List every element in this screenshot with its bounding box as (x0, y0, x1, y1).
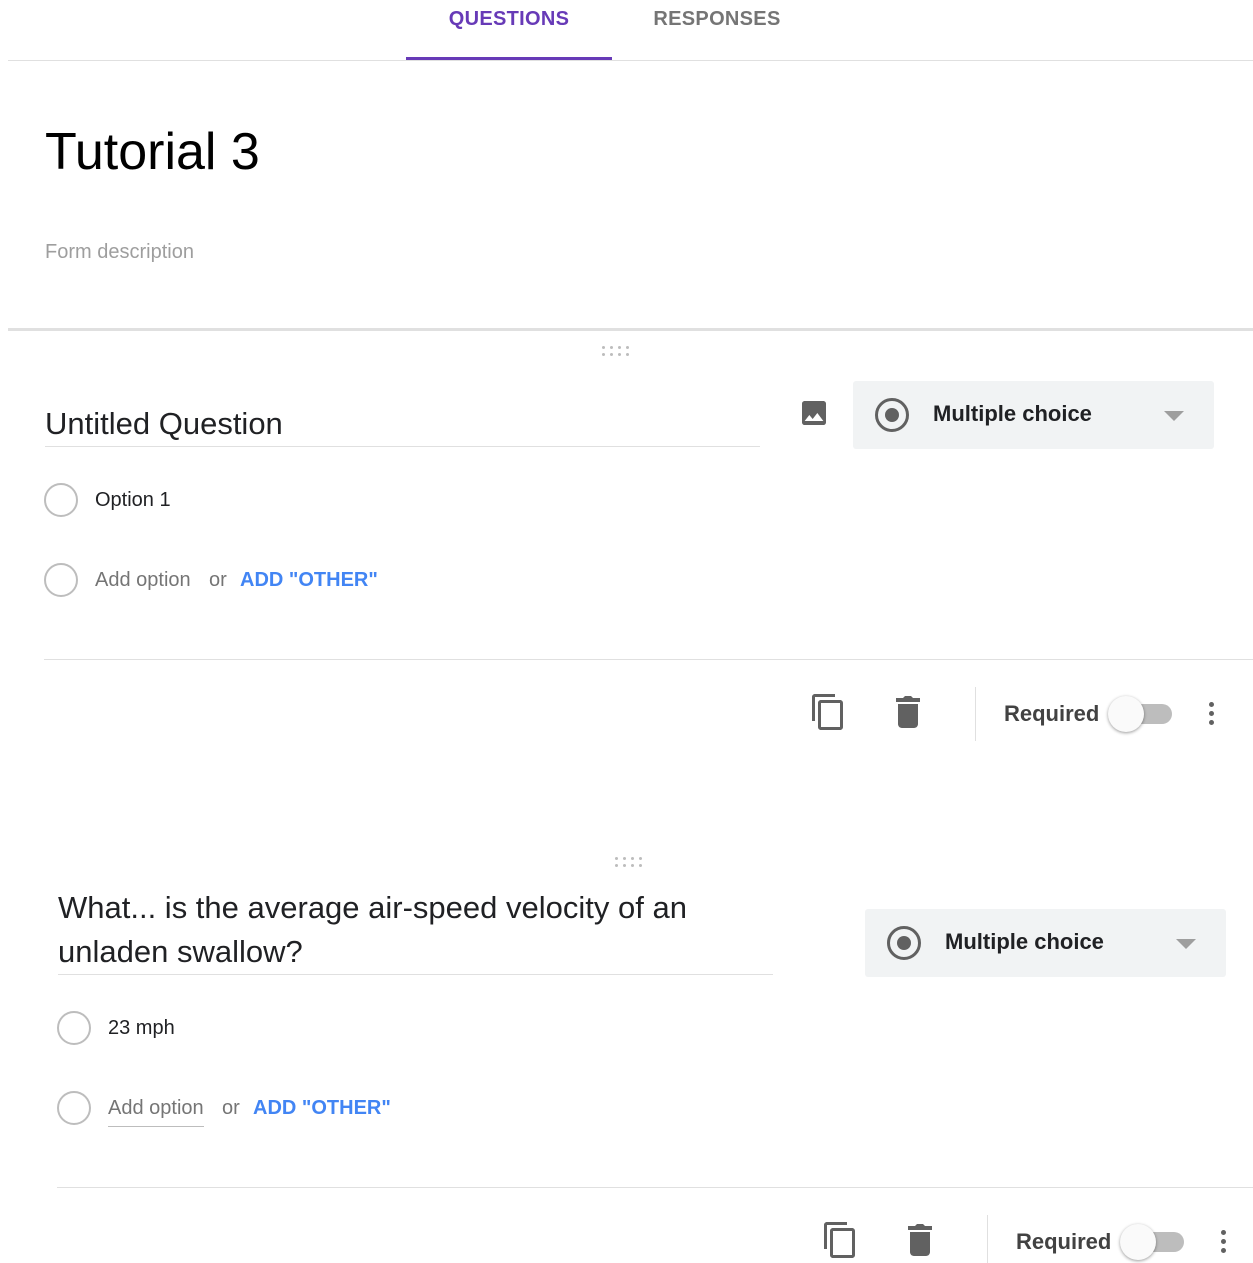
form-description-field[interactable]: Form description (45, 241, 194, 264)
question-title-input[interactable]: Untitled Question (45, 402, 760, 446)
delete-icon (908, 1224, 932, 1256)
option-radio-icon (57, 1011, 91, 1045)
required-label: Required (1016, 1229, 1112, 1254)
add-option-radio-icon (44, 563, 78, 597)
add-option-input[interactable]: Add option (95, 569, 191, 592)
tab-questions[interactable]: QUESTIONS (406, 0, 612, 60)
drag-handle-icon[interactable] (615, 857, 643, 871)
question-title-underline (45, 446, 760, 447)
duplicate-button[interactable] (808, 692, 848, 732)
or-text: or (209, 569, 227, 591)
tab-bar: QUESTIONS RESPONSES (8, 0, 1253, 61)
duplicate-button[interactable] (820, 1220, 860, 1260)
footer-separator (987, 1215, 988, 1263)
duplicate-icon (824, 1222, 855, 1258)
required-toggle[interactable] (1108, 696, 1176, 732)
question-footer-divider (57, 1187, 1253, 1188)
tab-active-indicator (406, 57, 612, 60)
dropdown-caret-icon (1176, 939, 1196, 949)
question-type-label: Multiple choice (945, 929, 1104, 954)
question-type-select[interactable]: Multiple choice (853, 381, 1214, 449)
delete-button[interactable] (888, 692, 928, 732)
or-text: or (222, 1097, 240, 1119)
add-option-radio-icon (57, 1091, 91, 1125)
header-divider (8, 328, 1253, 331)
question-type-select[interactable]: Multiple choice (865, 909, 1226, 977)
more-vert-icon[interactable] (1199, 693, 1223, 733)
radio-button-icon (887, 926, 921, 960)
footer-separator (975, 687, 976, 741)
required-label: Required (1004, 701, 1100, 726)
dropdown-caret-icon (1164, 411, 1184, 421)
delete-icon (896, 696, 920, 728)
form-title[interactable]: Tutorial 3 (45, 120, 260, 184)
question-title-input[interactable]: What... is the average air-speed velocit… (58, 886, 773, 974)
option-label[interactable]: Option 1 (95, 489, 171, 512)
question-footer-divider (44, 659, 1253, 660)
tab-responses[interactable]: RESPONSES (612, 0, 822, 60)
option-label[interactable]: 23 mph (108, 1017, 175, 1040)
drag-handle-icon[interactable] (602, 346, 630, 360)
image-icon[interactable] (797, 396, 830, 429)
add-option-input[interactable]: Add option (108, 1097, 204, 1127)
delete-button[interactable] (900, 1220, 940, 1260)
question-title-underline (58, 974, 773, 975)
option-radio-icon (44, 483, 78, 517)
more-vert-icon[interactable] (1211, 1221, 1235, 1261)
question-type-label: Multiple choice (933, 401, 1092, 426)
required-toggle[interactable] (1120, 1224, 1188, 1260)
add-other-button[interactable]: ADD "OTHER" (240, 569, 378, 592)
duplicate-icon (812, 694, 843, 730)
add-other-button[interactable]: ADD "OTHER" (253, 1097, 391, 1120)
radio-button-icon (875, 398, 909, 432)
